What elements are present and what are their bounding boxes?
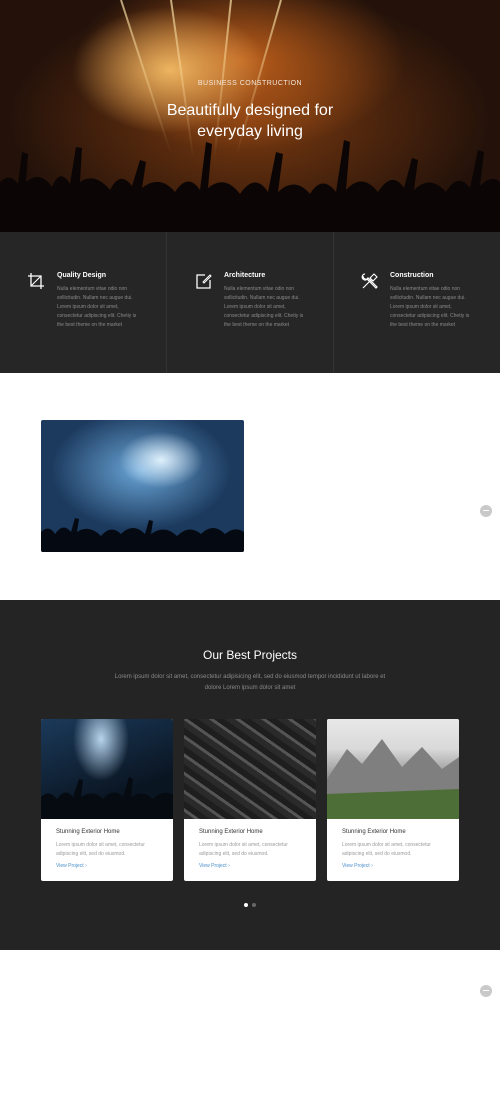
feature-architecture: Architecture Nulla elementum vitae odio …	[166, 232, 333, 373]
project-card-description: Lorem ipsum dolor sit amet, consectetur …	[56, 842, 145, 857]
project-card-title: Stunning Exterior Home	[56, 829, 120, 835]
mountain-silhouette	[327, 739, 459, 819]
hero-title-line-1: Beautifully designed for	[166, 102, 334, 119]
project-card-title: Stunning Exterior Home	[199, 829, 263, 835]
project-image-leaves	[184, 719, 316, 819]
project-card[interactable]: Stunning Exterior Home Lorem ipsum dolor…	[184, 719, 316, 881]
bottom-section	[0, 950, 500, 1100]
features-section: Quality Design Nulla elementum vitae odi…	[0, 232, 500, 373]
feature-description: Nulla elementum vitae odio non sollicitu…	[224, 286, 304, 328]
projects-title: Our Best Projects	[202, 648, 298, 662]
view-project-link[interactable]: View Project ›	[199, 863, 230, 869]
crowd-silhouette	[41, 777, 173, 819]
view-project-link[interactable]: View Project ›	[342, 863, 373, 869]
project-image-mountains	[327, 719, 459, 819]
carousel-dot[interactable]	[244, 903, 248, 907]
edit-icon	[196, 274, 212, 289]
feature-construction: Construction Nulla elementum vitae odio …	[333, 232, 500, 373]
feature-title: Construction	[390, 272, 434, 279]
crowd-silhouette	[41, 518, 244, 552]
crop-icon	[28, 273, 44, 289]
feature-description: Nulla elementum vitae odio non sollicitu…	[390, 286, 470, 328]
hero-banner: BUSINESS CONSTRUCTION Beautifully design…	[0, 0, 500, 232]
hero-eyebrow: BUSINESS CONSTRUCTION	[197, 80, 303, 87]
hero-title-line-2: everyday living	[197, 123, 303, 140]
project-card-description: Lorem ipsum dolor sit amet, consectetur …	[199, 842, 288, 857]
hero-title: Beautifully designed for everyday living	[0, 100, 500, 142]
project-card-description: Lorem ipsum dolor sit amet, consectetur …	[342, 842, 431, 857]
carousel-dots	[0, 894, 500, 912]
project-image-concert	[41, 719, 173, 819]
scroll-to-top-button[interactable]	[480, 985, 492, 997]
feature-quality-design: Quality Design Nulla elementum vitae odi…	[0, 232, 166, 373]
feature-title: Quality Design	[57, 272, 107, 279]
concert-stage-image	[41, 420, 244, 552]
carousel-dot[interactable]	[252, 903, 256, 907]
feature-title: Architecture	[224, 272, 266, 279]
tools-icon	[361, 273, 378, 289]
view-project-link[interactable]: View Project ›	[56, 863, 87, 869]
project-card-title: Stunning Exterior Home	[342, 829, 406, 835]
about-section	[0, 373, 500, 600]
feature-description: Nulla elementum vitae odio non sollicitu…	[57, 286, 137, 328]
projects-section: Our Best Projects Lorem ipsum dolor sit …	[0, 600, 500, 950]
project-card[interactable]: Stunning Exterior Home Lorem ipsum dolor…	[41, 719, 173, 881]
scroll-to-top-button[interactable]	[480, 505, 492, 517]
project-card[interactable]: Stunning Exterior Home Lorem ipsum dolor…	[327, 719, 459, 881]
projects-subtitle: Lorem ipsum dolor sit amet, consectetur …	[114, 674, 386, 691]
